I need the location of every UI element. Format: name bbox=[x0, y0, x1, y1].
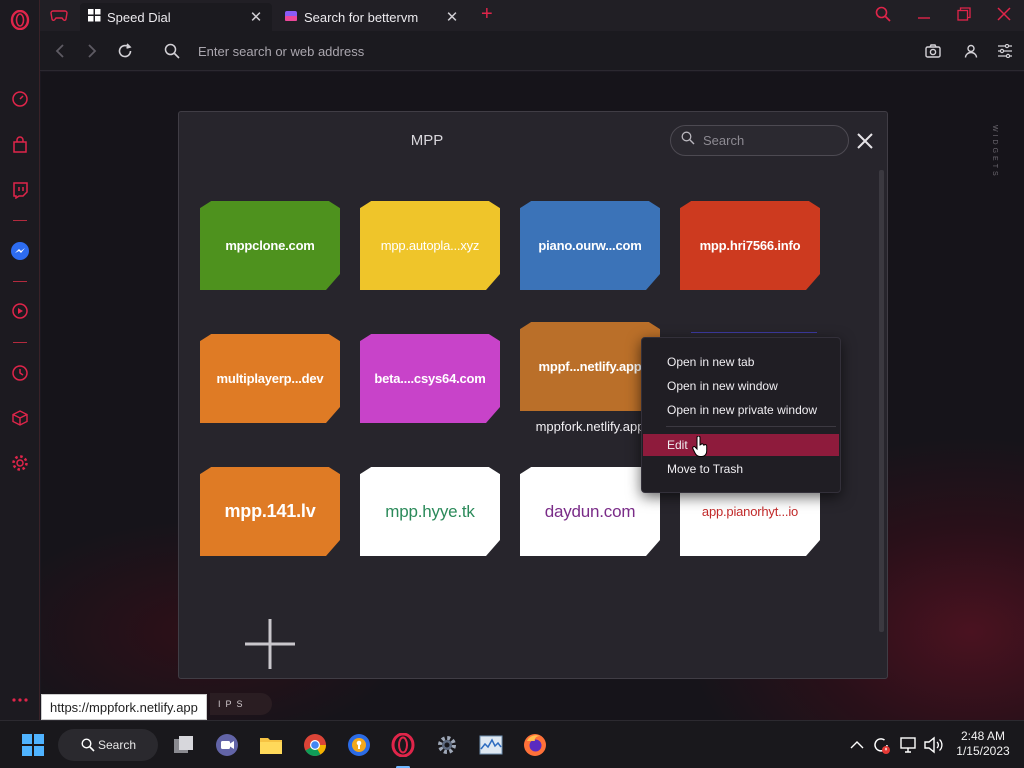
opera-taskbar-icon[interactable] bbox=[390, 732, 416, 758]
more-options-icon[interactable] bbox=[8, 688, 32, 712]
speed-dial-tile-autoplayer[interactable]: mpp.autopla...xyz bbox=[360, 201, 500, 290]
menu-edit[interactable]: Edit bbox=[643, 434, 839, 456]
speed-dial-tile-mppfork[interactable]: mppf...netlify.app bbox=[520, 322, 660, 411]
back-arrow-icon[interactable] bbox=[48, 39, 72, 63]
search-icon bbox=[160, 39, 184, 63]
speedometer-icon[interactable] bbox=[8, 87, 32, 111]
twitch-icon[interactable] bbox=[8, 178, 32, 202]
windows-taskbar: Search 2:48 AM 1/15/2023 bbox=[0, 720, 1024, 768]
tab-speed-dial[interactable]: Speed Dial ✕ bbox=[80, 3, 272, 31]
sidebar-separator bbox=[13, 342, 27, 343]
tile-label: daydun.com bbox=[544, 501, 636, 521]
speed-dial-tile-mpp141[interactable]: mpp.141.lv bbox=[200, 467, 340, 556]
close-window-icon[interactable] bbox=[997, 7, 1011, 26]
tile-label: multiplayerp...dev bbox=[216, 371, 324, 386]
settings-gear-icon[interactable] bbox=[8, 451, 32, 475]
tab-title: Search for bettervm bbox=[304, 9, 419, 25]
settings-gear-icon[interactable] bbox=[434, 732, 460, 758]
link-status-url: https://mppfork.netlify.app bbox=[41, 694, 207, 720]
new-tab-plus-icon[interactable]: + bbox=[481, 4, 493, 24]
tile-label: mppclone.com bbox=[225, 238, 315, 253]
gamepad-icon[interactable] bbox=[50, 7, 68, 28]
widgets-label[interactable]: WIDGETS bbox=[988, 125, 998, 179]
speed-dial-tile-multiplayerpiano[interactable]: multiplayerp...dev bbox=[200, 334, 340, 423]
profile-icon[interactable] bbox=[959, 39, 983, 63]
taskbar-clock[interactable]: 2:48 AM 1/15/2023 bbox=[948, 729, 1018, 759]
easy-setup-icon[interactable] bbox=[993, 39, 1017, 63]
tile-label: mpp.141.lv bbox=[224, 501, 316, 521]
hand-cursor-icon bbox=[692, 435, 708, 463]
opera-menu-icon[interactable] bbox=[8, 8, 32, 32]
teams-chat-icon[interactable] bbox=[214, 732, 240, 758]
tile-context-menu: Open in new tab Open in new window Open … bbox=[641, 337, 841, 493]
chrome-icon[interactable] bbox=[302, 732, 328, 758]
tips-bar[interactable]: IPS bbox=[210, 693, 272, 715]
tile-label: mppf...netlify.app bbox=[538, 359, 642, 374]
drop-target-indicator bbox=[691, 332, 817, 333]
restore-icon[interactable] bbox=[957, 7, 971, 26]
menu-open-new-window[interactable]: Open in new window bbox=[643, 375, 839, 397]
close-tab-icon[interactable]: ✕ bbox=[248, 8, 264, 26]
search-tabs-icon[interactable] bbox=[875, 6, 891, 27]
tile-label: mpp.hyye.tk bbox=[385, 501, 475, 521]
scrollbar[interactable] bbox=[879, 170, 884, 632]
extensions-cube-icon[interactable] bbox=[8, 406, 32, 430]
clock-time: 2:48 AM bbox=[960, 729, 1006, 743]
folder-search-box[interactable] bbox=[670, 125, 849, 156]
grid-icon bbox=[88, 9, 101, 25]
camera-snapshot-icon[interactable] bbox=[921, 39, 945, 63]
tile-label: piano.ourw...com bbox=[538, 238, 642, 253]
tab-title: Speed Dial bbox=[107, 9, 171, 25]
menu-separator bbox=[666, 426, 836, 427]
site-favicon-icon bbox=[284, 9, 298, 26]
search-icon bbox=[681, 131, 695, 150]
brave-vpn-icon[interactable] bbox=[346, 732, 372, 758]
tile-label: mpp.autopla...xyz bbox=[380, 238, 480, 253]
player-icon[interactable] bbox=[8, 299, 32, 323]
windows-start-icon[interactable] bbox=[20, 732, 46, 758]
speed-dial-tile-hyye[interactable]: mpp.hyye.tk bbox=[360, 467, 500, 556]
speed-dial-tile-mppclone[interactable]: mppclone.com bbox=[200, 201, 340, 290]
menu-move-to-trash[interactable]: Move to Trash bbox=[643, 458, 839, 480]
tile-label: app.pianorhyt...io bbox=[701, 504, 799, 519]
minimize-icon[interactable] bbox=[917, 7, 931, 26]
opera-sidebar bbox=[0, 0, 40, 720]
menu-open-private-window[interactable]: Open in new private window bbox=[643, 399, 839, 421]
sidebar-separator bbox=[13, 281, 27, 282]
speed-dial-tile-csys64[interactable]: beta....csys64.com bbox=[360, 334, 500, 423]
search-icon bbox=[81, 738, 95, 755]
address-input[interactable] bbox=[198, 41, 698, 61]
tab-search-bettervm[interactable]: Search for bettervm ✕ bbox=[276, 3, 468, 31]
speed-dial-tile-hri7566[interactable]: mpp.hri7566.info bbox=[680, 201, 820, 290]
add-site-plus-icon[interactable] bbox=[243, 617, 297, 671]
close-tab-icon[interactable]: ✕ bbox=[444, 8, 460, 26]
resource-monitor-icon[interactable] bbox=[478, 732, 504, 758]
clock-date: 1/15/2023 bbox=[956, 744, 1010, 758]
address-bar bbox=[40, 31, 1024, 71]
folder-search-input[interactable] bbox=[703, 133, 833, 148]
reload-icon[interactable] bbox=[113, 39, 137, 63]
firefox-icon[interactable] bbox=[522, 732, 548, 758]
tab-bar: Speed Dial ✕ Search for bettervm ✕ + bbox=[40, 0, 1024, 31]
sync-error-icon[interactable] bbox=[870, 732, 892, 758]
messenger-icon[interactable] bbox=[8, 239, 32, 263]
close-folder-icon[interactable] bbox=[855, 131, 875, 151]
forward-arrow-icon[interactable] bbox=[80, 39, 104, 63]
speed-dial-tile-daydun[interactable]: daydun.com bbox=[520, 467, 660, 556]
task-view-icon[interactable] bbox=[171, 732, 197, 758]
speed-dial-tile-ourworld[interactable]: piano.ourw...com bbox=[520, 201, 660, 290]
folder-title[interactable]: MPP bbox=[179, 132, 675, 149]
tile-label: mpp.hri7566.info bbox=[699, 238, 801, 253]
history-icon[interactable] bbox=[8, 361, 32, 385]
tile-label: beta....csys64.com bbox=[374, 371, 486, 386]
shopping-bag-icon[interactable] bbox=[8, 133, 32, 157]
tray-chevron-up-icon[interactable] bbox=[848, 732, 866, 758]
taskbar-search-button[interactable]: Search bbox=[58, 729, 158, 761]
volume-icon[interactable] bbox=[922, 732, 944, 758]
taskbar-search-label: Search bbox=[98, 738, 137, 752]
network-icon[interactable] bbox=[898, 732, 920, 758]
menu-open-new-tab[interactable]: Open in new tab bbox=[643, 351, 839, 373]
sidebar-separator bbox=[13, 220, 27, 221]
file-explorer-icon[interactable] bbox=[258, 732, 284, 758]
